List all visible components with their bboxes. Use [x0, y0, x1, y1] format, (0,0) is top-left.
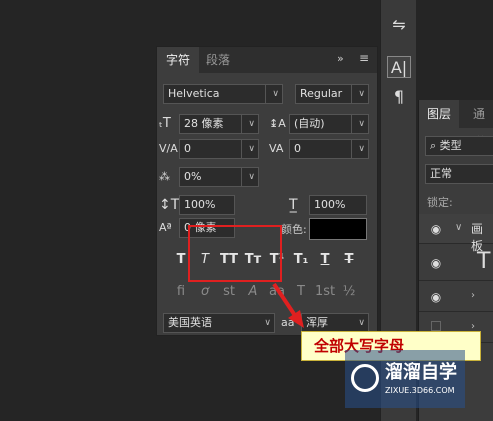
vertical-scale-input[interactable]: 100% — [179, 195, 235, 215]
paragraph-panel-icon[interactable]: ¶ — [387, 86, 411, 108]
chevron-down-icon[interactable]: ∨ — [455, 222, 462, 233]
font-family-select[interactable]: Helvetica ∨ — [163, 84, 283, 104]
highlight-box — [188, 225, 282, 282]
font-style-value: Regular — [300, 87, 343, 100]
language-value: 美国英语 — [168, 316, 212, 329]
lock-label: 锁定: — [427, 196, 453, 209]
eye-icon[interactable]: ◉ — [429, 222, 443, 236]
language-select[interactable]: 美国英语 ∨ — [163, 313, 275, 333]
tab-paragraph[interactable]: 段落 — [197, 47, 239, 73]
layer-row[interactable]: ◉ ∨ 画板 — [419, 214, 493, 253]
chevron-down-icon: ∨ — [358, 119, 365, 129]
search-icon: ⌕ — [430, 139, 440, 152]
contextual-alternates-button[interactable]: st — [219, 281, 239, 303]
eye-icon[interactable]: ◉ — [429, 256, 443, 270]
tab-character[interactable]: 字符 — [157, 47, 200, 73]
layer-row[interactable]: ◉ › — [419, 282, 493, 312]
chevron-down-icon: ∨ — [272, 89, 279, 99]
tracking-value: 0 — [294, 142, 301, 155]
horizontal-scale-input[interactable]: 100% — [309, 195, 367, 215]
tracking-icon: VA — [269, 142, 284, 155]
character-panel-icon[interactable]: A| — [387, 56, 411, 78]
subscript-button[interactable]: T₁ — [291, 249, 311, 271]
vertical-scale-icon: ↕T — [159, 197, 180, 213]
chevron-down-icon: ∨ — [248, 172, 255, 182]
leading-icon: ↨A — [269, 117, 286, 130]
antialias-select[interactable]: 浑厚 ∨ — [301, 313, 369, 333]
layer-row[interactable]: ◉ T — [419, 245, 493, 281]
chevron-down-icon: ∨ — [248, 144, 255, 154]
panel-tabs: 字符 段落 » ≡ — [157, 47, 377, 73]
font-family-value: Helvetica — [168, 87, 220, 100]
tsume-value: 0% — [184, 170, 202, 183]
eye-icon[interactable]: ◉ — [429, 290, 443, 304]
kerning-icon: V/A — [159, 142, 178, 155]
swash-button[interactable]: A — [243, 281, 263, 303]
fractions-button[interactable]: ½ — [339, 281, 359, 303]
color-swatch[interactable] — [309, 218, 367, 240]
font-size-icon: ₜT — [159, 116, 171, 131]
tab-layers[interactable]: 图层 — [419, 100, 460, 128]
font-size-value: 28 像素 — [184, 117, 224, 130]
color-label: 颜色: — [281, 223, 307, 236]
horizontal-scale-icon: T̲ — [289, 197, 298, 213]
ordinals-button[interactable]: 1st — [315, 281, 335, 303]
chevron-down-icon: ∨ — [358, 144, 365, 154]
watermark-url: ZIXUE.3D66.COM — [385, 386, 455, 395]
watermark: 溜溜自学 ZIXUE.3D66.COM — [345, 350, 465, 408]
collapse-icon[interactable]: » — [337, 52, 344, 65]
text-layer-icon: T — [477, 249, 491, 274]
chevron-down-icon: ∨ — [358, 89, 365, 99]
adjust-sliders-icon[interactable]: ⇋ — [387, 14, 411, 36]
visibility-box[interactable] — [431, 321, 441, 331]
tab-channels[interactable]: 通道 — [465, 100, 493, 149]
kerning-select[interactable]: 0 ∨ — [179, 139, 259, 159]
strikethrough-button[interactable]: T — [339, 249, 359, 271]
kerning-value: 0 — [184, 142, 191, 155]
annotation-arrow — [272, 282, 304, 328]
panel-menu-icon[interactable]: ≡ — [359, 51, 369, 65]
chevron-down-icon: ∨ — [358, 318, 365, 328]
tsume-select[interactable]: 0% ∨ — [179, 167, 259, 187]
layers-tabs: 图层 通道 — [419, 100, 493, 149]
watermark-logo-icon — [351, 364, 379, 392]
ligatures-button[interactable]: fi — [171, 281, 191, 303]
layer-filter-label: 类型 — [439, 139, 462, 152]
chevron-right-icon[interactable]: › — [471, 290, 475, 301]
leading-select[interactable]: (自动) ∨ — [289, 114, 369, 134]
baseline-shift-icon: Aª — [159, 221, 172, 234]
character-panel: 字符 段落 » ≡ Helvetica ∨ Regular ∨ ₜT 28 像素… — [156, 46, 378, 336]
leading-value: (自动) — [294, 117, 325, 130]
blend-mode-select[interactable]: 正常 — [425, 164, 493, 184]
discretionary-ligatures-button[interactable]: ơ — [195, 281, 215, 303]
chevron-down-icon: ∨ — [248, 119, 255, 129]
tracking-select[interactable]: 0 ∨ — [289, 139, 369, 159]
underline-button[interactable]: T — [315, 249, 335, 271]
font-style-select[interactable]: Regular ∨ — [295, 84, 369, 104]
font-size-select[interactable]: 28 像素 ∨ — [179, 114, 259, 134]
layer-filter-select[interactable]: ⌕ 类型 — [425, 136, 493, 156]
tsume-icon: ⁂ — [159, 170, 170, 183]
watermark-title: 溜溜自学 — [385, 362, 457, 383]
